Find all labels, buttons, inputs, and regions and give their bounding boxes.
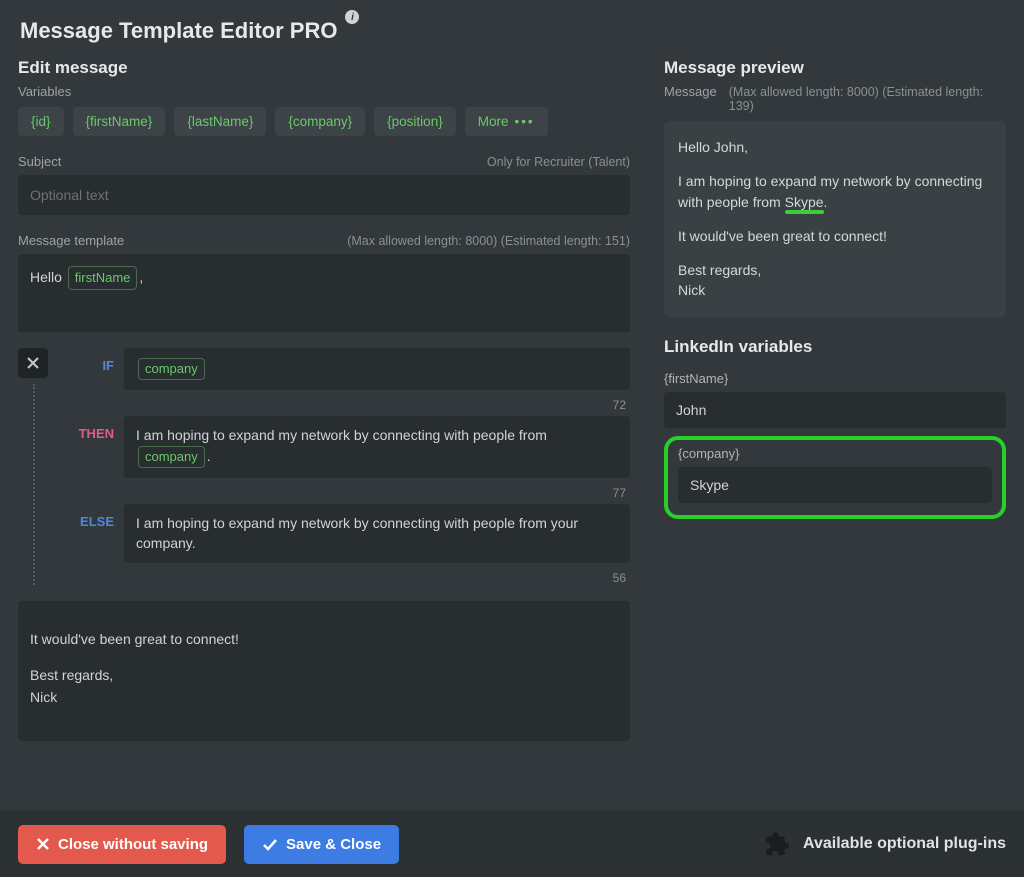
preview-label: Message <box>664 84 717 99</box>
page-title-text: Message Template Editor PRO <box>20 18 337 43</box>
subject-input[interactable] <box>18 175 630 215</box>
template-intro-suffix: , <box>139 269 143 285</box>
subject-label: Subject <box>18 154 61 169</box>
edit-heading: Edit message <box>18 58 630 78</box>
then-body[interactable]: I am hoping to expand my network by conn… <box>124 416 630 478</box>
preview-line-3: It would've been great to connect! <box>678 226 992 246</box>
preview-line-1: Hello John, <box>678 137 992 157</box>
if-var-tag[interactable]: company <box>138 358 205 380</box>
preview-heading: Message preview <box>664 58 1006 78</box>
preview-box: Hello John, I am hoping to expand my net… <box>664 121 1006 317</box>
page-title: Message Template Editor PRO i <box>0 0 357 44</box>
chip-more-label: More <box>478 114 509 129</box>
then-var-tag[interactable]: company <box>138 446 205 468</box>
close-icon <box>36 837 50 851</box>
save-button-label: Save & Close <box>286 836 381 853</box>
then-label: THEN <box>58 416 114 478</box>
info-icon[interactable]: i <box>345 10 359 24</box>
linkedin-heading: LinkedIn variables <box>664 337 1006 357</box>
then-prefix: I am hoping to expand my network by conn… <box>136 427 547 443</box>
preview-2-post: . <box>824 194 828 210</box>
preview-line-4: Best regards, Nick <box>678 260 992 301</box>
else-count: 56 <box>18 569 630 589</box>
template-after-box[interactable]: It would've been great to connect! Best … <box>18 601 630 741</box>
template-label: Message template <box>18 233 124 248</box>
var-company-input[interactable] <box>678 467 992 503</box>
plugins-link[interactable]: Available optional plug-ins <box>761 829 1006 859</box>
subject-hint: Only for Recruiter (Talent) <box>487 155 630 169</box>
then-count: 77 <box>18 484 630 504</box>
var-firstname-input[interactable] <box>664 392 1006 428</box>
preview-hint: (Max allowed length: 8000) (Estimated le… <box>729 85 1006 113</box>
if-body[interactable]: company <box>124 348 630 390</box>
after-line-1: It would've been great to connect! <box>30 629 618 651</box>
if-count: 72 <box>18 396 630 416</box>
preview-4b: Nick <box>678 282 705 298</box>
preview-line-2: I am hoping to expand my network by conn… <box>678 171 992 212</box>
var-tag-firstname[interactable]: firstName <box>68 266 138 290</box>
check-icon <box>262 837 278 851</box>
chip-firstname[interactable]: {firstName} <box>73 107 166 136</box>
chip-more[interactable]: More ••• <box>465 107 548 136</box>
after-line-3: Nick <box>30 687 618 709</box>
puzzle-icon <box>761 829 791 859</box>
variables-label: Variables <box>18 84 630 99</box>
preview-company-highlight: Skype <box>785 194 824 210</box>
highlight-company-group: {company} <box>664 436 1006 519</box>
delete-logic-button[interactable] <box>18 348 48 378</box>
if-label: IF <box>58 348 114 390</box>
chip-position[interactable]: {position} <box>374 107 456 136</box>
close-without-saving-button[interactable]: Close without saving <box>18 825 226 864</box>
chip-company[interactable]: {company} <box>275 107 365 136</box>
after-line-2: Best regards, <box>30 665 618 687</box>
chip-lastname[interactable]: {lastName} <box>174 107 266 136</box>
footer-bar: Close without saving Save & Close Availa… <box>0 811 1024 877</box>
indent-line <box>33 384 35 585</box>
chip-id[interactable]: {id} <box>18 107 64 136</box>
preview-2-pre: I am hoping to expand my network by conn… <box>678 173 982 209</box>
ellipsis-icon: ••• <box>514 114 534 129</box>
close-button-label: Close without saving <box>58 836 208 853</box>
else-label: ELSE <box>58 504 114 563</box>
var-firstname-label: {firstName} <box>664 371 1006 386</box>
plugins-label: Available optional plug-ins <box>803 835 1006 853</box>
save-close-button[interactable]: Save & Close <box>244 825 399 864</box>
then-suffix: . <box>207 448 211 464</box>
var-company-label: {company} <box>678 446 992 461</box>
close-icon <box>26 356 40 370</box>
template-intro-box[interactable]: Hello firstName, <box>18 254 630 332</box>
template-hint: (Max allowed length: 8000) (Estimated le… <box>347 234 630 248</box>
preview-4a: Best regards, <box>678 262 761 278</box>
else-body[interactable]: I am hoping to expand my network by conn… <box>124 504 630 563</box>
template-intro-prefix: Hello <box>30 269 66 285</box>
